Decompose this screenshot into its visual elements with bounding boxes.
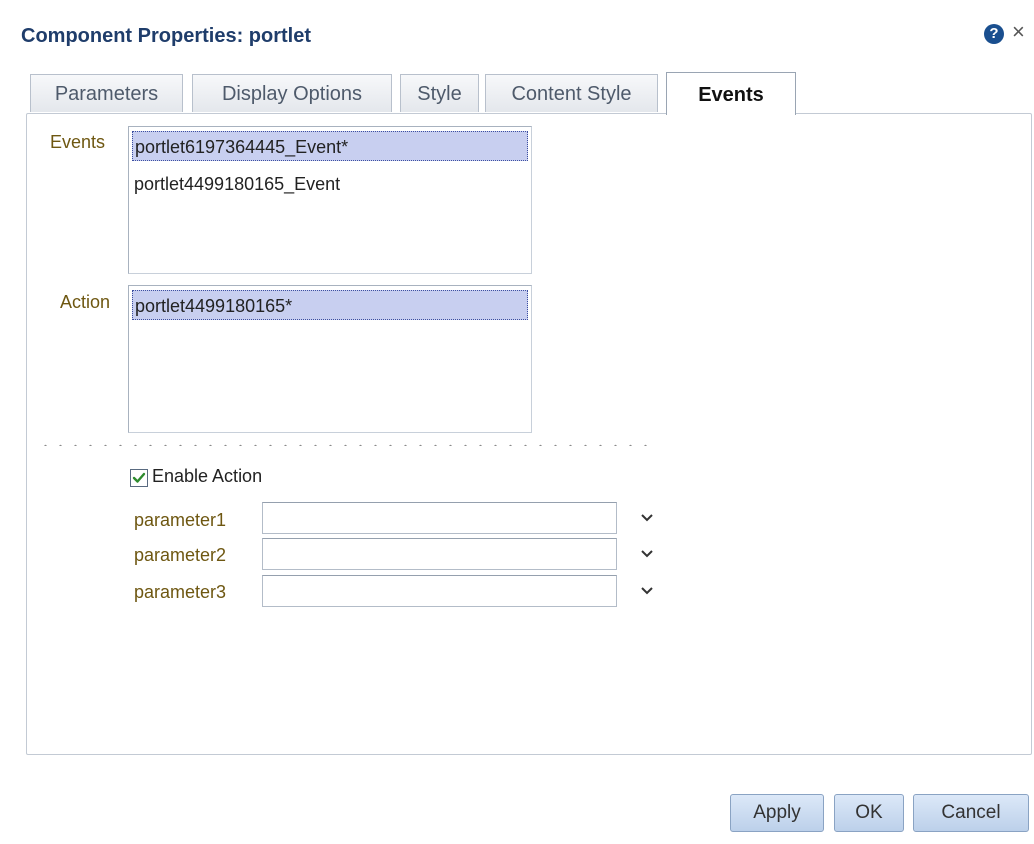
action-listbox[interactable]: portlet4499180165*: [128, 285, 532, 433]
tab-display-options[interactable]: Display Options: [192, 74, 392, 112]
chevron-down-icon[interactable]: [640, 513, 654, 523]
apply-button[interactable]: Apply: [730, 794, 824, 832]
chevron-down-icon[interactable]: [640, 549, 654, 559]
tab-style[interactable]: Style: [400, 74, 479, 112]
close-icon[interactable]: ×: [1012, 20, 1025, 44]
chevron-down-icon[interactable]: [640, 586, 654, 596]
cancel-button[interactable]: Cancel: [913, 794, 1029, 832]
parameter2-label: parameter2: [134, 545, 227, 565]
enable-action-label: Enable Action: [152, 466, 263, 486]
parameter3-label: parameter3: [134, 582, 227, 602]
parameter1-input[interactable]: [262, 502, 617, 534]
events-list-item[interactable]: portlet6197364445_Event*: [132, 131, 528, 161]
tab-content-style[interactable]: Content Style: [485, 74, 658, 112]
events-list-item[interactable]: portlet4499180165_Event: [132, 169, 340, 199]
parameter2-input[interactable]: [262, 538, 617, 570]
ok-button[interactable]: OK: [834, 794, 904, 832]
parameter1-label: parameter1: [134, 510, 227, 530]
question-circle-icon[interactable]: ?: [984, 24, 1004, 44]
tab-events[interactable]: Events: [666, 72, 796, 115]
component-properties-dialog: Component Properties: portlet ? × Parame…: [0, 0, 1034, 844]
action-label: Action: [60, 292, 111, 312]
separator: [38, 444, 648, 446]
action-list-item[interactable]: portlet4499180165*: [132, 290, 528, 320]
enable-action-checkbox[interactable]: [130, 469, 148, 487]
events-label: Events: [50, 132, 106, 152]
tab-parameters[interactable]: Parameters: [30, 74, 183, 112]
parameter3-input[interactable]: [262, 575, 617, 607]
checkmark-icon: [132, 472, 146, 483]
events-listbox[interactable]: portlet6197364445_Event* portlet44991801…: [128, 126, 532, 274]
dialog-title: Component Properties: portlet: [21, 25, 312, 47]
